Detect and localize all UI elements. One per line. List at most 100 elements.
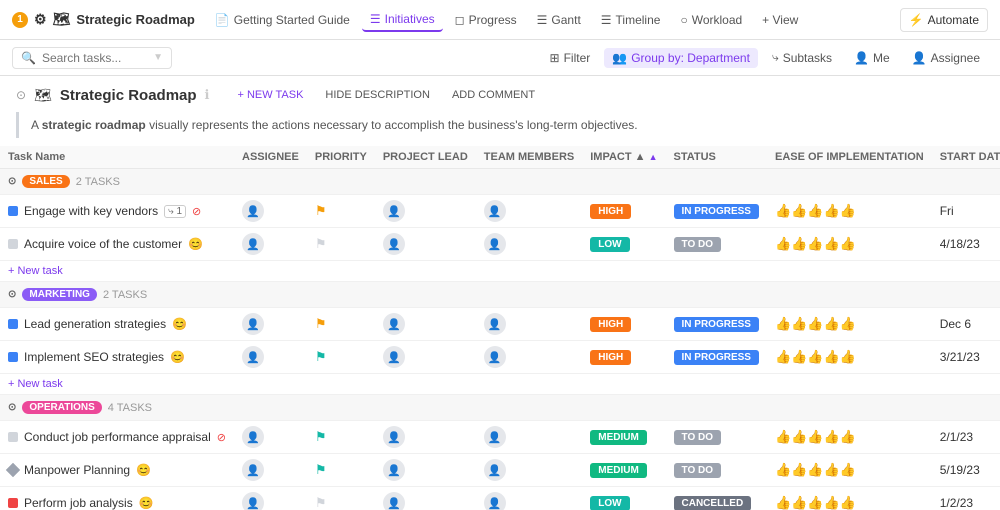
me-button[interactable]: 👤 Me — [846, 48, 898, 68]
task-impact: LOW — [582, 487, 665, 510]
new-task-row-marketing[interactable]: + New task — [0, 374, 1000, 395]
group-header-marketing: ⊙ MARKETING 2 TASKS — [0, 282, 1000, 308]
task-start-date: 2/1/23 — [932, 421, 1000, 454]
nav-progress[interactable]: ◻ Progress — [447, 9, 525, 31]
assignee-button[interactable]: 👤 Assignee — [904, 48, 988, 68]
workload-icon: ○ — [680, 13, 687, 27]
table-row[interactable]: Implement SEO strategies😊 👤 ⚑ 👤 👤 HIGH I… — [0, 341, 1000, 374]
task-priority[interactable]: ⚑ — [307, 454, 375, 487]
list-icon: ☰ — [370, 12, 381, 26]
nav-initiatives[interactable]: ☰ Initiatives — [362, 8, 443, 32]
col-header-task: Task Name — [0, 146, 234, 169]
task-project-lead[interactable]: 👤 — [375, 308, 476, 341]
subtasks-icon: ⤷ — [772, 50, 779, 65]
task-impact: HIGH — [582, 308, 665, 341]
task-team-members[interactable]: 👤 — [476, 487, 582, 510]
task-assignee[interactable]: 👤 — [234, 454, 307, 487]
nav-gantt[interactable]: ☰ Gantt — [529, 9, 589, 31]
task-team-members[interactable]: 👤 — [476, 228, 582, 261]
task-priority[interactable]: ⚑ — [307, 487, 375, 510]
task-project-lead[interactable]: 👤 — [375, 195, 476, 228]
automate-icon: ⚡ — [909, 13, 924, 27]
alert-icon: ⊘ — [217, 431, 226, 444]
col-header-ease: EASE OF IMPLEMENTATION — [767, 146, 932, 169]
task-priority[interactable]: ⚑ — [307, 308, 375, 341]
task-project-lead[interactable]: 👤 — [375, 421, 476, 454]
hide-description-button[interactable]: HIDE DESCRIPTION — [317, 86, 438, 104]
table-row[interactable]: Lead generation strategies😊 👤 ⚑ 👤 👤 HIGH… — [0, 308, 1000, 341]
task-team-members[interactable]: 👤 — [476, 454, 582, 487]
group-task-count: 2 TASKS — [76, 176, 120, 188]
search-box[interactable]: 🔍 ▼ — [12, 47, 172, 69]
task-team-members[interactable]: 👤 — [476, 308, 582, 341]
filter-button[interactable]: ⊞ Filter — [542, 48, 599, 68]
subtasks-button[interactable]: ⤷ Subtasks — [764, 47, 840, 68]
col-header-assignee: ASSIGNEE — [234, 146, 307, 169]
new-task-label[interactable]: + New task — [0, 261, 1000, 282]
table-row[interactable]: Perform job analysis😊 👤 ⚑ 👤 👤 LOW CANCEL… — [0, 487, 1000, 510]
task-assignee[interactable]: 👤 — [234, 421, 307, 454]
task-team-members[interactable]: 👤 — [476, 341, 582, 374]
task-name-cell: Conduct job performance appraisal⊘ — [0, 421, 234, 454]
table-row[interactable]: Conduct job performance appraisal⊘ 👤 ⚑ 👤… — [0, 421, 1000, 454]
group-collapse-icon[interactable]: ⊙ — [8, 402, 16, 413]
group-icon: 👥 — [612, 51, 627, 65]
table-row[interactable]: Acquire voice of the customer😊 👤 ⚑ 👤 👤 L… — [0, 228, 1000, 261]
new-task-label[interactable]: + New task — [0, 374, 1000, 395]
table-row[interactable]: Manpower Planning😊 👤 ⚑ 👤 👤 MEDIUM TO DO … — [0, 454, 1000, 487]
task-name-text: Manpower Planning — [24, 463, 130, 477]
table-header-row: Task Name ASSIGNEE PRIORITY PROJECT LEAD… — [0, 146, 1000, 169]
task-team-members[interactable]: 👤 — [476, 421, 582, 454]
assignee-icon: 👤 — [912, 51, 927, 65]
group-badge: SALES — [22, 175, 69, 188]
task-ease: 👍👍👍👍👍 — [767, 487, 932, 510]
nav-plus-view[interactable]: + View — [754, 9, 806, 31]
nav-timeline[interactable]: ☰ Timeline — [593, 9, 669, 31]
task-priority[interactable]: ⚑ — [307, 421, 375, 454]
group-by-button[interactable]: 👥 Group by: Department — [604, 48, 758, 68]
col-header-impact: IMPACT ▲ ▲ — [582, 146, 665, 169]
task-assignee[interactable]: 👤 — [234, 487, 307, 510]
group-collapse-icon[interactable]: ⊙ — [8, 176, 16, 187]
group-collapse-icon[interactable]: ⊙ — [8, 289, 16, 300]
col-header-projlead: PROJECT LEAD — [375, 146, 476, 169]
task-assignee[interactable]: 👤 — [234, 228, 307, 261]
table-row[interactable]: Engage with key vendors⤷ 1⊘ 👤 ⚑ 👤 👤 HIGH… — [0, 195, 1000, 228]
notification-badge: 1 — [12, 12, 28, 28]
task-assignee[interactable]: 👤 — [234, 195, 307, 228]
task-project-lead[interactable]: 👤 — [375, 454, 476, 487]
tasks-table: Task Name ASSIGNEE PRIORITY PROJECT LEAD… — [0, 146, 1000, 510]
app-logo: 1 ⚙ 🗺 Strategic Roadmap — [12, 11, 195, 28]
search-input[interactable] — [42, 51, 147, 65]
sort-arrow-icon: ▲ — [649, 152, 658, 162]
task-status: TO DO — [666, 228, 767, 261]
nav-workload[interactable]: ○ Workload — [672, 9, 750, 31]
add-comment-button[interactable]: ADD COMMENT — [444, 86, 543, 104]
col-header-status: STATUS — [666, 146, 767, 169]
group-badge: MARKETING — [22, 288, 97, 301]
task-priority[interactable]: ⚑ — [307, 228, 375, 261]
task-project-lead[interactable]: 👤 — [375, 341, 476, 374]
search-icon: 🔍 — [21, 51, 36, 65]
new-task-row-sales[interactable]: + New task — [0, 261, 1000, 282]
task-project-lead[interactable]: 👤 — [375, 228, 476, 261]
task-priority[interactable]: ⚑ — [307, 195, 375, 228]
task-start-date: 4/18/23 — [932, 228, 1000, 261]
task-impact: HIGH — [582, 195, 665, 228]
automate-button[interactable]: ⚡ Automate — [900, 8, 988, 32]
task-project-lead[interactable]: 👤 — [375, 487, 476, 510]
task-priority[interactable]: ⚑ — [307, 341, 375, 374]
nav-getting-started[interactable]: 📄 Getting Started Guide — [207, 9, 358, 31]
toolbar: 🔍 ▼ ⊞ Filter 👥 Group by: Department ⤷ Su… — [0, 40, 1000, 76]
task-status: TO DO — [666, 454, 767, 487]
task-team-members[interactable]: 👤 — [476, 195, 582, 228]
task-name-text: Implement SEO strategies — [24, 350, 164, 364]
task-name-cell: Acquire voice of the customer😊 — [0, 228, 234, 261]
collapse-chevron[interactable]: ⊙ — [16, 88, 26, 102]
task-assignee[interactable]: 👤 — [234, 308, 307, 341]
task-name-text: Perform job analysis — [24, 496, 133, 510]
new-task-button[interactable]: + NEW TASK — [230, 86, 312, 104]
gear-icon[interactable]: ⚙ — [34, 11, 47, 28]
task-impact: LOW — [582, 228, 665, 261]
task-assignee[interactable]: 👤 — [234, 341, 307, 374]
